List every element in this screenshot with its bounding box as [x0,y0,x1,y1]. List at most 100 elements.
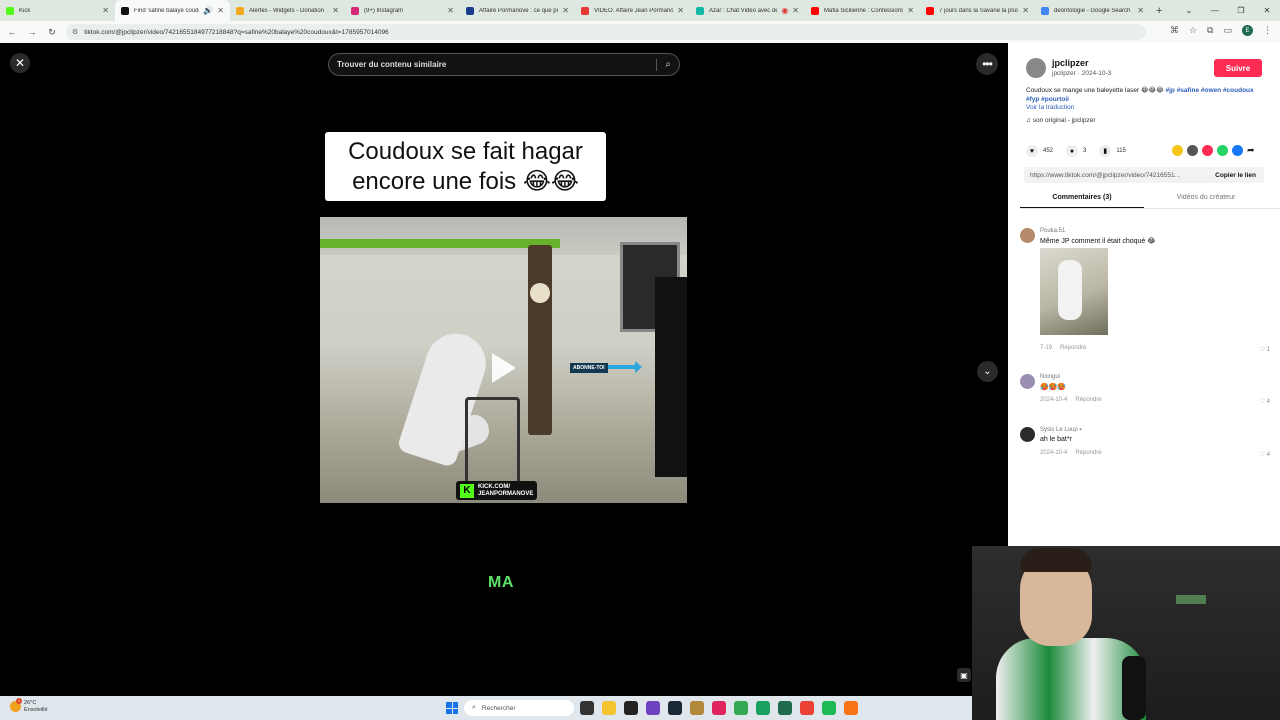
reply-link[interactable]: Répondre [1075,397,1101,403]
taskbar-search[interactable]: ⌕ Rechercher [464,700,574,716]
scene-person-right [655,277,687,477]
next-video-button[interactable]: ⌄ [977,361,998,382]
url-field[interactable]: ⚙ tiktok.com/@jpclipzer/video/7421655184… [66,24,1146,40]
tab-azar[interactable]: Azar : Chat Vidéo avec de ◉ ✕ [690,0,805,21]
send-icon[interactable] [1202,145,1213,156]
embed-icon[interactable] [1187,145,1198,156]
tab-mafia[interactable]: Mafia Sicilienne : Confessions ✕ [805,0,920,21]
back-icon[interactable]: ← [4,27,20,37]
share-arrow-icon[interactable]: ➦ [1247,145,1258,156]
facebook-icon[interactable] [1232,145,1243,156]
close-window-button[interactable]: ✕ [1254,6,1280,15]
close-icon[interactable]: ✕ [1022,6,1029,15]
tab-comments[interactable]: Commentaires (3) [1020,191,1144,208]
windows-start-icon[interactable] [446,702,458,714]
sound-link[interactable]: ♫ son original - jpclipzer [1026,117,1096,124]
close-icon[interactable]: ✕ [447,6,454,15]
whatsapp-app-icon[interactable] [778,701,792,715]
speaker-icon[interactable]: 🔊 [203,6,213,15]
minimize-button[interactable]: — [1202,6,1228,15]
video-player[interactable]: ABONNE-TOI K KICK.COM/JEANPORMANOVE [320,217,687,503]
app-icon[interactable] [690,701,704,715]
obs-icon[interactable] [624,701,638,715]
app-orange-icon[interactable] [844,701,858,715]
translate-icon[interactable]: ⌘ [1170,25,1179,36]
close-icon[interactable]: ✕ [102,6,109,15]
close-icon[interactable]: ✕ [907,6,914,15]
sidebar-icon[interactable]: ▭ [1223,25,1232,36]
chrome-profile-icon[interactable] [800,701,814,715]
weather-widget[interactable]: 1 26°C Ensoleillé [10,698,48,714]
tab-search-icon[interactable]: ⌄ [1176,6,1202,15]
avatar[interactable] [1020,228,1035,243]
heart-outline-icon: ♡ [1259,399,1267,405]
tab-savane[interactable]: 7 jours dans la Savane la plus ✕ [920,0,1035,21]
spotify-icon[interactable] [822,701,836,715]
tab-kick[interactable]: Kick ✕ [0,0,115,21]
webcam-overlay [972,546,1280,720]
close-viewer-button[interactable]: ✕ [10,53,30,73]
reply-link[interactable]: Répondre [1060,345,1086,351]
see-translation-link[interactable]: Voir la traduction [1026,104,1074,111]
task-view-icon[interactable] [580,701,594,715]
commenter-name[interactable]: Sysis Le Loup ▪ [1040,427,1082,433]
app-red-icon[interactable] [712,701,726,715]
comment-like[interactable]: ♡ 4 [1260,398,1270,405]
kakao-share-icon[interactable] [1172,145,1183,156]
snapshot-icon[interactable]: ▣ [957,668,971,682]
close-icon[interactable]: ✕ [1137,6,1144,15]
video-caption-overlay: Coudoux se fait hagar encore une fois 😂😂 [325,132,606,201]
menu-icon[interactable]: ⋮ [1263,25,1272,36]
close-icon[interactable]: ✕ [792,6,799,15]
creator-username[interactable]: jpclipzer [1052,58,1089,68]
forward-icon[interactable]: → [24,27,40,37]
close-icon[interactable]: ✕ [217,6,224,15]
youtube-icon [926,6,934,15]
chrome-icon[interactable] [734,701,748,715]
tab-instagram[interactable]: (9+) Instagram ✕ [345,0,460,21]
more-options-button[interactable]: ••• [976,53,998,75]
reload-icon[interactable]: ↻ [44,27,60,38]
app-green-icon[interactable] [756,701,770,715]
search-icon: ⌕ [472,704,476,711]
copy-link-button[interactable]: Copier le lien [1215,172,1256,179]
comment-icon[interactable]: ● [1066,145,1079,157]
close-icon[interactable]: ✕ [677,6,684,15]
heart-icon[interactable]: ♥ [1026,145,1038,157]
comment-image[interactable] [1040,248,1108,335]
follow-button[interactable]: Suivre [1214,59,1262,77]
avatar[interactable] [1020,427,1035,442]
whatsapp-icon[interactable] [1217,145,1228,156]
tab-alertes[interactable]: Alertes - Widgets - Donation ✕ [230,0,345,21]
image-figure [1058,260,1082,320]
bookmark-icon[interactable]: ▮ [1099,145,1112,157]
file-explorer-icon[interactable] [602,701,616,715]
close-icon[interactable]: ✕ [562,6,569,15]
avatar[interactable] [1026,58,1046,78]
play-icon[interactable] [492,353,516,383]
tab-creator-videos[interactable]: Vidéos du créateur [1144,191,1268,208]
profile-avatar[interactable]: E [1242,25,1253,36]
music-note-icon: ♫ [1026,117,1033,124]
comment-like[interactable]: ♡ 4 [1260,451,1270,458]
maximize-button[interactable]: ❐ [1228,6,1254,15]
tab-tiktok[interactable]: Find 'safine balaye coudo 🔊 ✕ [115,0,230,21]
new-tab-button[interactable]: + [1156,5,1162,17]
steam-icon[interactable] [668,701,682,715]
tab-google[interactable]: deontologie - Google Search ✕ [1035,0,1150,21]
tab-video-affaire[interactable]: VIDEO. Affaire Jean Pormanov ✕ [575,0,690,21]
close-icon: ✕ [14,56,26,70]
similar-content-search[interactable]: Trouver du contenu similaire ⌕ [328,53,680,76]
extensions-icon[interactable]: ⧉ [1207,25,1213,36]
close-icon[interactable]: ✕ [332,6,339,15]
tab-affaire[interactable]: Affaire Pormanove : ce que pr ✕ [460,0,575,21]
comment-like[interactable]: ♡ 1 [1260,346,1270,353]
reply-link[interactable]: Répondre [1075,450,1101,456]
discord-icon[interactable] [646,701,660,715]
windows-taskbar: 1 26°C Ensoleillé ⌕ Rechercher [0,696,972,720]
search-icon[interactable]: ⌕ [665,59,671,70]
bookmark-star-icon[interactable]: ☆ [1189,25,1197,36]
site-info-icon[interactable]: ⚙ [72,28,78,36]
avatar[interactable] [1020,374,1035,389]
instagram-icon [351,6,359,15]
